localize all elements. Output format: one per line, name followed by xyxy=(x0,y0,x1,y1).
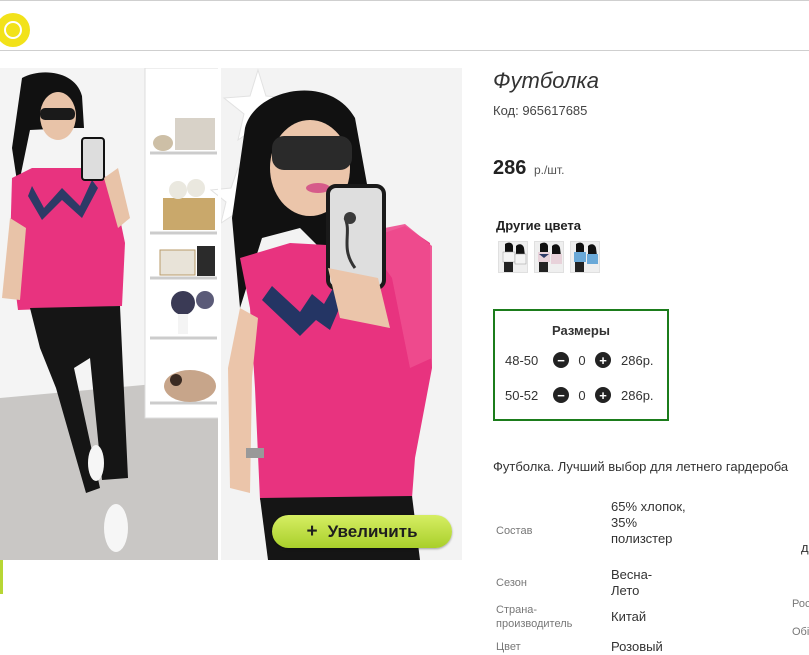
thumb-image xyxy=(499,242,527,272)
color-thumbnails xyxy=(498,241,600,273)
size-label: 48-50 xyxy=(505,352,539,368)
size-row-48-50: 48-50 − 0 + 286р. xyxy=(505,352,654,368)
spec-value-color: Розовый xyxy=(611,639,663,654)
thumb-image xyxy=(571,242,599,272)
product-price: 286 р./шт. xyxy=(493,157,564,180)
spec-value-season: Весна-Лето xyxy=(611,567,653,598)
quantity-value[interactable]: 0 xyxy=(569,353,595,368)
product-title: Футболка xyxy=(493,68,599,93)
product-description: Футболка. Лучший выбор для летнего гарде… xyxy=(493,459,789,474)
spec-label-country: Страна-производитель xyxy=(496,604,573,630)
product-photo[interactable]: + Увеличить xyxy=(0,68,462,560)
minus-icon[interactable]: − xyxy=(553,387,569,403)
other-colors-heading: Другие цвета xyxy=(496,218,581,233)
product-code: Код: 965617685 xyxy=(493,103,588,118)
plus-icon[interactable]: + xyxy=(595,352,611,368)
spec-label-color: Цвет xyxy=(496,641,521,653)
size-price: 286р. xyxy=(621,387,654,403)
sun-icon[interactable] xyxy=(0,13,30,47)
product-photo-image xyxy=(0,68,462,560)
size-label: 50-52 xyxy=(505,387,539,403)
zoom-button[interactable]: + Увеличить xyxy=(272,515,452,548)
clipped-text-3: Обі xyxy=(792,626,809,638)
top-bar xyxy=(0,0,809,51)
minus-icon[interactable]: − xyxy=(553,352,569,368)
spec-value-country: Китай xyxy=(611,609,647,624)
color-thumb-blue[interactable] xyxy=(570,241,600,273)
zoom-button-label: Увеличить xyxy=(327,521,418,541)
size-price: 286р. xyxy=(621,352,654,368)
sizes-box: Размеры 48-50 − 0 + 286р. 50-52 − 0 + 28… xyxy=(493,309,669,421)
price-value: 286 xyxy=(493,157,527,179)
price-unit: р./шт. xyxy=(533,163,565,177)
spec-label-composition: Состав xyxy=(496,525,533,537)
spec-value-composition: 65% хлопок, 35% полизстер xyxy=(611,499,686,546)
sizes-heading: Размеры xyxy=(552,323,610,338)
spec-label-season: Сезон xyxy=(496,577,527,589)
clipped-text-1: д xyxy=(801,540,809,555)
plus-icon: + xyxy=(306,520,318,542)
size-row-50-52: 50-52 − 0 + 286р. xyxy=(505,387,654,403)
quantity-value[interactable]: 0 xyxy=(569,388,595,403)
clipped-text-2: Рос xyxy=(792,598,809,610)
side-accent xyxy=(0,560,3,594)
thumb-image xyxy=(535,242,563,272)
plus-icon[interactable]: + xyxy=(595,387,611,403)
color-thumb-white[interactable] xyxy=(498,241,528,273)
color-thumb-pink[interactable] xyxy=(534,241,564,273)
